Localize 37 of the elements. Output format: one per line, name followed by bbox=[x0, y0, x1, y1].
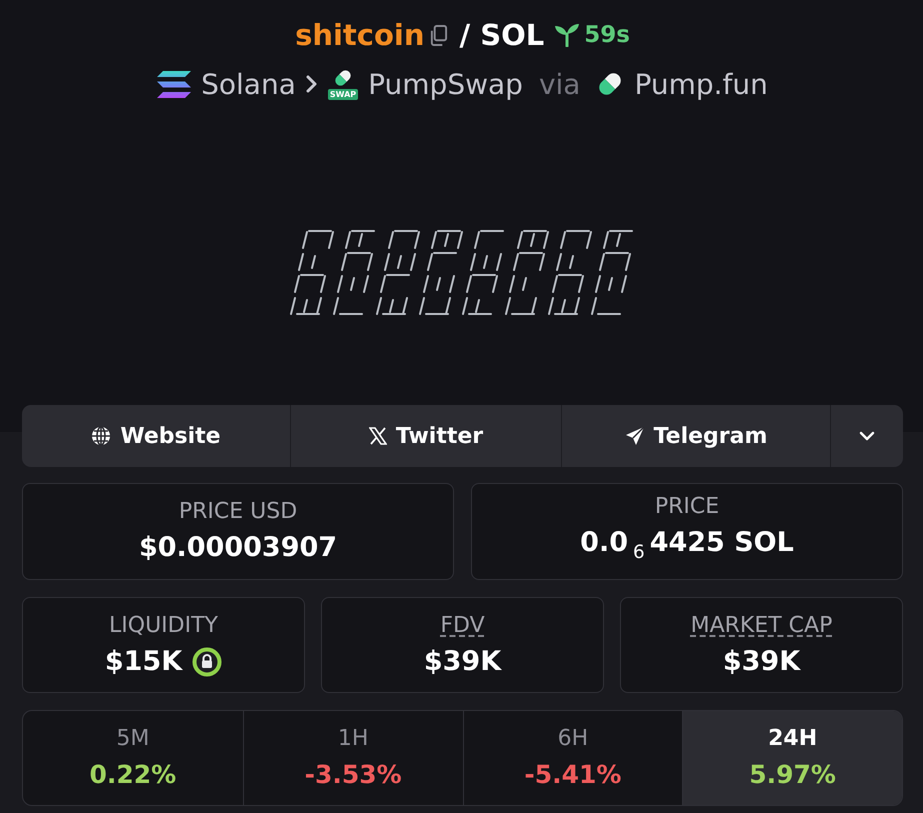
dex-name[interactable]: PumpSwap bbox=[368, 68, 523, 100]
via-text: via bbox=[538, 68, 580, 100]
chain-name[interactable]: Solana bbox=[201, 68, 296, 100]
solana-icon bbox=[157, 70, 192, 98]
stat-label[interactable]: MARKET CAP bbox=[690, 612, 832, 638]
price-label: PRICE bbox=[654, 494, 720, 520]
stat-value: $39K bbox=[722, 646, 800, 678]
globe-icon bbox=[91, 426, 112, 446]
chevron-right-icon bbox=[306, 75, 318, 93]
price-change: 5.97% bbox=[749, 760, 836, 790]
paper-plane-icon bbox=[624, 426, 645, 446]
telegram-link[interactable]: Telegram bbox=[562, 405, 830, 467]
price-label: PRICE USD bbox=[178, 499, 298, 525]
stat-label[interactable]: FDV bbox=[440, 612, 485, 638]
x-logo-icon bbox=[368, 427, 387, 445]
chevron-down-icon bbox=[859, 431, 875, 441]
twitter-link[interactable]: Twitter bbox=[291, 405, 561, 467]
price-change: 0.22% bbox=[90, 760, 176, 790]
launchpad-name[interactable]: Pump.fun bbox=[634, 68, 768, 100]
timeframe-tab[interactable]: 1H -3.53% bbox=[242, 711, 462, 805]
price-change: -5.41% bbox=[524, 760, 622, 790]
token-name: shitcoin bbox=[295, 18, 424, 52]
price-value: 0.0$_{6}$4425 SOL bbox=[580, 527, 794, 565]
timeframe-tab[interactable]: 5M 0.22% bbox=[23, 711, 243, 805]
copy-icon[interactable] bbox=[428, 24, 448, 46]
quote-token: / SOL bbox=[460, 18, 544, 52]
stat-label: LIQUIDITY bbox=[109, 612, 218, 638]
price-change: -3.53% bbox=[304, 760, 402, 790]
timeframe-tab[interactable]: 24H 5.97% bbox=[682, 711, 902, 805]
swap-tag: SWAP bbox=[328, 89, 358, 100]
stat-value: $15K bbox=[104, 646, 182, 678]
website-link[interactable]: Website bbox=[22, 405, 290, 467]
stat-value: $39K bbox=[424, 646, 502, 678]
sprout-icon bbox=[554, 23, 580, 47]
price-value: $0.00003907 bbox=[138, 532, 338, 564]
pair-age: 59s bbox=[584, 22, 630, 48]
pill-icon bbox=[333, 68, 353, 88]
